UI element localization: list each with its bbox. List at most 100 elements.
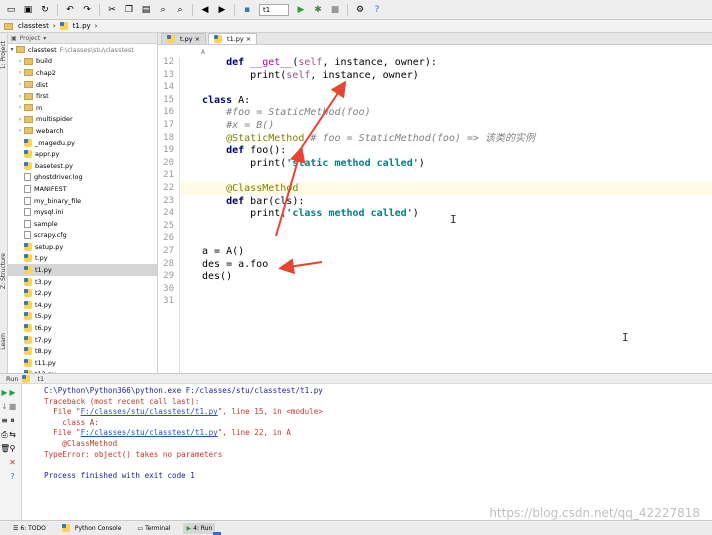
console-file-link[interactable]: F:/classes/stu/classtest/t1.py <box>81 428 218 437</box>
python-file-icon <box>59 22 68 30</box>
console-file-link[interactable]: F:/classes/stu/classtest/t1.py <box>81 407 218 416</box>
close-icon[interactable]: × <box>246 35 251 43</box>
forward-icon[interactable]: ▶ <box>217 5 227 15</box>
folder-open-icon[interactable]: ▭ <box>6 5 16 15</box>
run-config-label[interactable]: t1 <box>37 375 44 383</box>
code-line-19: def foo(): <box>226 145 287 157</box>
close-icon[interactable]: ✕ <box>8 458 17 467</box>
project-header-label: Project <box>19 34 41 42</box>
rerun-icon[interactable]: ▶ <box>0 388 9 397</box>
tree-item-py[interactable]: t8.py <box>8 345 157 357</box>
find-icon[interactable]: ⌕ <box>158 5 168 15</box>
breadcrumb-file[interactable]: t1.py <box>59 22 91 30</box>
tree-item-py[interactable]: t.py <box>8 253 157 265</box>
tree-item-folder[interactable]: › dist <box>8 79 157 91</box>
terminal-tool-tab[interactable]: ▭ Terminal <box>134 523 173 534</box>
python-console-tool-tab[interactable]: Python Console <box>59 523 125 534</box>
chevron-down-icon[interactable]: ▾ <box>8 46 16 53</box>
tab-t1-py[interactable]: t1.py × <box>208 33 258 44</box>
run-tool-tab[interactable]: ▶ 4: Run <box>183 522 216 534</box>
chevron-right-icon[interactable]: › <box>16 116 24 123</box>
python-file-icon <box>24 242 32 251</box>
tree-item-folder[interactable]: › chap2 <box>8 67 157 79</box>
editor-breadcrumb[interactable]: A <box>201 48 205 56</box>
help-icon[interactable]: ? <box>372 5 382 15</box>
tree-item-py[interactable]: t1.py <box>8 264 157 276</box>
tab-t-py[interactable]: t.py × <box>161 33 207 44</box>
tree-item-py[interactable]: t7.py <box>8 334 157 346</box>
back-icon[interactable]: ◀ <box>200 5 210 15</box>
line-number: 23 <box>163 195 174 206</box>
pause-icon[interactable]: ⏸ <box>8 416 17 425</box>
run-panel-header: Run t1 <box>0 373 712 384</box>
restore-layout-icon[interactable]: ⇆ <box>8 430 17 439</box>
tree-item-txt[interactable]: my_binary_file <box>8 195 157 207</box>
learn-tool-tab[interactable]: Learn <box>0 333 8 350</box>
close-icon[interactable]: × <box>195 35 200 43</box>
tab-label: t.py <box>180 35 193 43</box>
tree-item-folder[interactable]: › m <box>8 102 157 114</box>
save-icon[interactable]: ▣ <box>23 5 33 15</box>
tree-item-folder[interactable]: › build <box>8 56 157 68</box>
tree-item-label: t6.py <box>35 324 52 333</box>
chevron-right-icon[interactable]: › <box>16 58 24 65</box>
chevron-down-icon[interactable]: ▾ <box>43 35 46 42</box>
tree-item-folder[interactable]: › first <box>8 90 157 102</box>
tree-item-py[interactable]: t6.py <box>8 322 157 334</box>
todo-tool-tab[interactable]: ☰ 6: TODO <box>10 523 49 534</box>
tree-item-txt[interactable]: ghostdriver.log <box>8 172 157 184</box>
navigation-bar: classtest › t1.py › <box>0 20 712 33</box>
stop-icon[interactable]: ■ <box>8 402 17 411</box>
project-tool-tab[interactable]: 1: Project <box>0 41 8 69</box>
tree-item-py[interactable]: t11.py <box>8 357 157 369</box>
code-editor[interactable]: A 12 13 14 15 16 17 18 19 20 21 22 23 24 25 26 27 28 29 30… <box>158 45 712 373</box>
debug-icon[interactable]: ✱ <box>313 5 323 15</box>
tree-item-py[interactable]: t3.py <box>8 276 157 288</box>
print-icon[interactable]: ⎙ <box>0 430 9 439</box>
chevron-right-icon[interactable]: › <box>16 127 24 134</box>
line-number: 26 <box>163 233 174 244</box>
tree-item-txt[interactable]: sample <box>8 218 157 230</box>
chevron-right-icon[interactable]: › <box>16 104 24 111</box>
run-icon[interactable]: ▶ <box>296 5 306 15</box>
structure-tool-tab[interactable]: Z: Structure <box>0 253 8 289</box>
run-console-output[interactable]: C:\Python\Python366\python.exe F:/classe… <box>22 384 712 520</box>
file-icon <box>24 196 31 205</box>
python-file-icon <box>24 277 32 286</box>
tree-item-folder[interactable]: › multispider <box>8 114 157 126</box>
settings-icon[interactable]: ⚙ <box>355 5 365 15</box>
chevron-right-icon[interactable]: › <box>16 93 24 100</box>
tree-item-txt[interactable]: mysql.ini <box>8 206 157 218</box>
tree-item-py[interactable]: t5.py <box>8 311 157 323</box>
help-icon[interactable]: ? <box>8 472 17 481</box>
tree-item-py[interactable]: _magedu.py <box>8 137 157 149</box>
tree-item-folder[interactable]: › webarch <box>8 125 157 137</box>
breadcrumb-project[interactable]: classtest <box>4 22 49 30</box>
chevron-right-icon[interactable]: › <box>16 69 24 76</box>
soft-wrap-icon[interactable]: ≡ <box>0 416 9 425</box>
chevron-right-icon[interactable]: › <box>16 81 24 88</box>
code-line-22: @ClassMethod <box>226 183 299 194</box>
scroll-down-icon[interactable]: ↓ <box>0 402 9 411</box>
undo-icon[interactable]: ↶ <box>65 5 75 15</box>
trash-icon[interactable]: 🗑 <box>0 444 10 453</box>
redo-icon[interactable]: ↷ <box>82 5 92 15</box>
tree-item-py[interactable]: t2.py <box>8 287 157 299</box>
copy-icon[interactable]: ❐ <box>124 5 134 15</box>
tree-item-py[interactable]: basetest.py <box>8 160 157 172</box>
tree-item-py[interactable]: setup.py <box>8 241 157 253</box>
sync-icon[interactable]: ↻ <box>40 5 50 15</box>
tree-item-txt[interactable]: MANIFEST <box>8 183 157 195</box>
project-root[interactable]: ▾ classtest F:\classes\stu\classtest <box>8 44 157 56</box>
line-number: 22 <box>163 183 174 193</box>
paste-icon[interactable]: ▤ <box>141 5 151 15</box>
rerun-icon[interactable]: ▶ <box>8 388 17 397</box>
line-number: 29 <box>163 271 174 282</box>
tree-item-py[interactable]: appr.py <box>8 148 157 160</box>
stop-icon[interactable]: ■ <box>330 5 340 15</box>
tree-item-py[interactable]: t4.py <box>8 299 157 311</box>
cut-icon[interactable]: ✂ <box>107 5 117 15</box>
tree-item-txt[interactable]: scrapy.cfg <box>8 230 157 242</box>
run-config-select[interactable]: t1 <box>259 3 289 16</box>
replace-icon[interactable]: ⌕ <box>175 5 185 15</box>
